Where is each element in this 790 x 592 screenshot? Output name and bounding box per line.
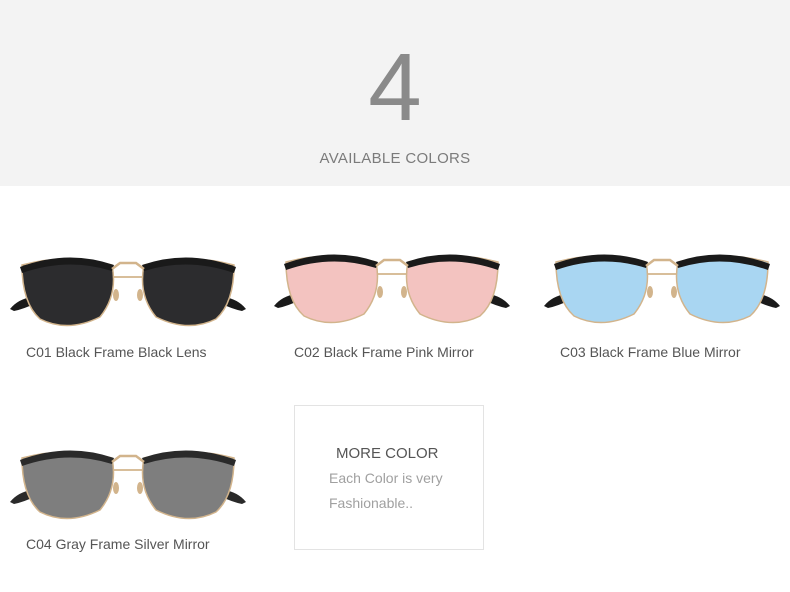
color-count: 4 [368,34,422,141]
right-nose-pad [137,482,143,494]
right-lens [405,255,499,324]
more-color-line-1: Each Color is very [329,470,443,486]
header-banner: 4 AVAILABLE COLORS [0,0,790,186]
right-nose-pad [137,289,143,301]
product-c04 [8,418,248,548]
bridge [375,258,409,267]
bridge [111,261,145,270]
left-lens [285,255,379,324]
product-caption-c04: C04 Gray Frame Silver Mirror [26,536,210,552]
right-lens [141,451,235,520]
bridge [111,454,145,463]
product-caption-c02: C02 Black Frame Pink Mirror [294,344,474,360]
product-c02 [272,222,512,352]
more-color-line-2: Fashionable.. [329,495,414,511]
more-color-box: MORE COLOR Each Color is very Fashionabl… [294,405,484,550]
sunglasses-c01-image [10,257,246,327]
left-lens [555,255,649,324]
left-nose-pad [113,289,119,301]
more-color-title: MORE COLOR [336,445,439,462]
left-lens [21,258,115,327]
product-c03 [542,222,782,352]
right-lens [141,258,235,327]
sunglasses-c02-image [274,254,510,324]
product-c01 [8,225,248,355]
left-nose-pad [113,482,119,494]
sunglasses-c04-image [10,450,246,520]
sunglasses-c03-image [544,254,780,324]
bridge [645,258,679,267]
right-nose-pad [671,286,677,298]
product-caption-c03: C03 Black Frame Blue Mirror [560,344,741,360]
product-caption-c01: C01 Black Frame Black Lens [26,344,207,360]
left-nose-pad [377,286,383,298]
banner-subtitle: AVAILABLE COLORS [319,150,471,167]
right-lens [675,255,769,324]
right-nose-pad [401,286,407,298]
left-nose-pad [647,286,653,298]
left-lens [21,451,115,520]
